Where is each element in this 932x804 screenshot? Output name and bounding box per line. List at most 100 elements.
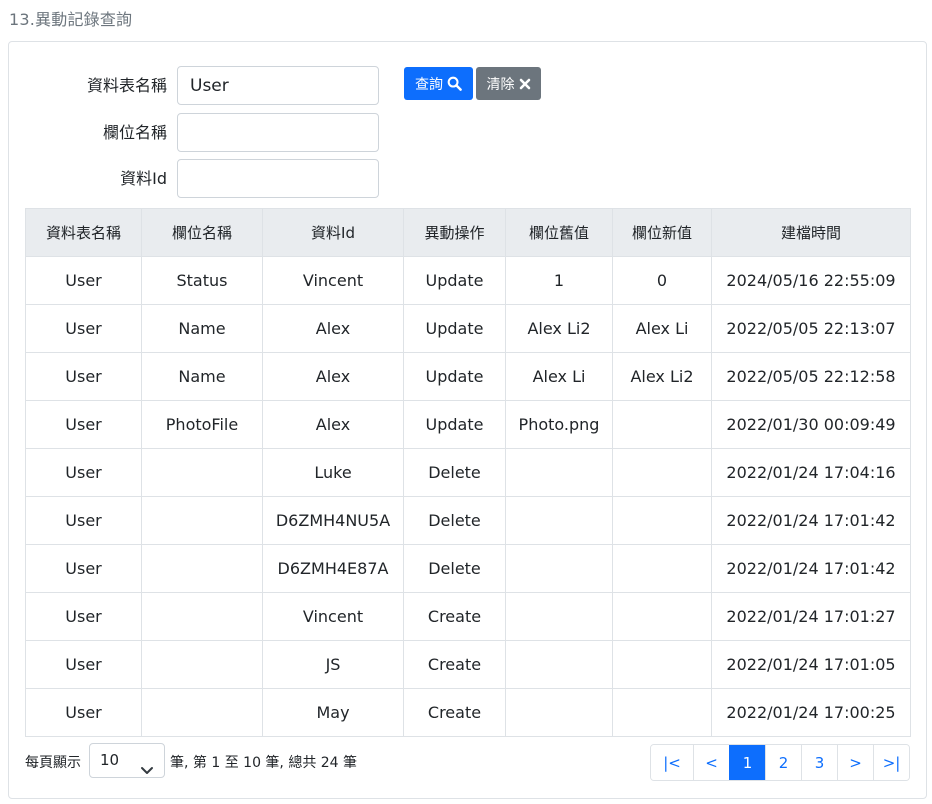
audit-log-table-wrapper: 資料表名稱 欄位名稱 資料Id 異動操作 欄位舊值 欄位新值 建檔時間 User… [25,208,911,737]
form-row-data-id: 資料Id [9,159,387,199]
cell-data-id: Alex [262,304,404,353]
page-prev-button[interactable]: < [693,745,729,780]
clear-button[interactable]: 清除 [476,67,541,100]
cell-field-name: Status [141,256,263,305]
field-name-label: 欄位名稱 [102,123,167,142]
form-row-table-name: 資料表名稱 [9,66,387,106]
page-first-button[interactable]: |< [651,745,693,780]
cell-data-id: D6ZMH4E87A [262,544,404,593]
table-footer: 每頁顯示 10 筆, 第 1 至 10 筆, 總共 24 筆 |< < 1 2 … [25,742,910,782]
cell-data-id: May [262,688,404,737]
cell-table-name: User [25,688,142,737]
cell-table-name: User [25,448,142,497]
page-button-1[interactable]: 1 [729,745,765,780]
cell-operation: Delete [403,448,506,497]
page-title: 13.異動記錄查詢 [9,10,133,29]
cell-table-name: User [25,496,142,545]
cell-field-name [141,640,263,689]
column-header-field-name[interactable]: 欄位名稱 [141,208,263,257]
cell-data-id: Vincent [262,592,404,641]
cell-operation: Create [403,640,506,689]
form-row-field-name: 欄位名稱 [9,113,387,153]
cell-new-value [612,400,712,449]
cell-old-value: Alex Li [505,352,613,401]
cell-old-value: Alex Li2 [505,304,613,353]
cell-old-value: Photo.png [505,400,613,449]
cell-new-value [612,592,712,641]
cell-created-at: 2022/01/30 00:09:49 [711,400,911,449]
cell-operation: Update [403,304,506,353]
cell-created-at: 2022/01/24 17:04:16 [711,448,911,497]
data-id-input[interactable] [177,159,379,198]
field-name-input[interactable] [177,113,379,152]
cell-new-value [612,496,712,545]
table-row: User Name Alex Update Alex Li Alex Li2 2022/05… [25,352,911,401]
search-card: 資料表名稱 欄位名稱 資料Id 查詢 清除 資料表名稱 [8,41,927,799]
table-row: User Name Alex Update Alex Li2 Alex Li 2022/05… [25,304,911,353]
table-row: User D6ZMH4NU5A Delete 2022/01/24 17:01:42 [25,496,911,545]
table-body: User Status Vincent Update 1 0 2024/05/16 22:5… [25,256,911,737]
column-header-table-name[interactable]: 資料表名稱 [25,208,142,257]
cell-operation: Create [403,592,506,641]
column-header-operation[interactable]: 異動操作 [403,208,506,257]
cell-old-value [505,640,613,689]
cell-table-name: User [25,640,142,689]
cell-table-name: User [25,352,142,401]
cell-old-value [505,688,613,737]
cell-data-id: Alex [262,400,404,449]
cell-table-name: User [25,256,142,305]
cell-field-name: PhotoFile [141,400,263,449]
column-header-old-value[interactable]: 欄位舊值 [505,208,613,257]
cell-operation: Update [403,352,506,401]
audit-log-table: 資料表名稱 欄位名稱 資料Id 異動操作 欄位舊值 欄位新值 建檔時間 User… [25,208,911,737]
cell-new-value [612,688,712,737]
table-row: User JS Create 2022/01/24 17:01:05 [25,640,911,689]
column-header-data-id[interactable]: 資料Id [262,208,404,257]
cell-field-name [141,448,263,497]
cell-new-value: 0 [612,256,712,305]
cell-new-value: Alex Li2 [612,352,712,401]
table-name-input[interactable] [177,66,379,105]
close-icon [519,78,531,90]
per-page-label: 每頁顯示 [25,755,81,771]
cell-created-at: 2022/05/05 22:13:07 [711,304,911,353]
cell-data-id: JS [262,640,404,689]
cell-created-at: 2022/01/24 17:01:42 [711,496,911,545]
cell-new-value [612,544,712,593]
cell-old-value [505,496,613,545]
range-text: 筆, 第 1 至 10 筆, 總共 24 筆 [170,755,358,771]
query-button[interactable]: 查詢 [404,67,473,100]
cell-operation: Create [403,688,506,737]
table-row: User May Create 2022/01/24 17:00:25 [25,688,911,737]
clear-button-label: 清除 [486,76,515,93]
cell-table-name: User [25,592,142,641]
cell-operation: Update [403,400,506,449]
table-row: User D6ZMH4E87A Delete 2022/01/24 17:01:42 [25,544,911,593]
page-button-2[interactable]: 2 [765,745,801,780]
pagination: |< < 1 2 3 > >| [650,744,910,781]
cell-created-at: 2022/01/24 17:00:25 [711,688,911,737]
page-next-button[interactable]: > [837,745,873,780]
cell-table-name: User [25,304,142,353]
column-header-new-value[interactable]: 欄位新值 [612,208,712,257]
page-last-button[interactable]: >| [873,745,909,780]
per-page-value: 10 [100,751,120,769]
cell-old-value: 1 [505,256,613,305]
table-row: User Status Vincent Update 1 0 2024/05/16 22:5… [25,256,911,305]
cell-field-name: Name [141,304,263,353]
query-button-label: 查詢 [415,76,443,93]
cell-operation: Update [403,256,506,305]
data-id-label: 資料Id [120,169,167,188]
cell-field-name: Name [141,352,263,401]
per-page-select[interactable]: 10 [89,743,165,778]
table-header-row: 資料表名稱 欄位名稱 資料Id 異動操作 欄位舊值 欄位新值 建檔時間 [25,208,911,257]
chevron-down-icon [140,755,154,788]
cell-table-name: User [25,544,142,593]
column-header-created-at[interactable]: 建檔時間 [711,208,911,257]
cell-new-value [612,640,712,689]
cell-field-name [141,544,263,593]
page-button-3[interactable]: 3 [801,745,837,780]
cell-field-name [141,592,263,641]
cell-old-value [505,592,613,641]
cell-table-name: User [25,400,142,449]
